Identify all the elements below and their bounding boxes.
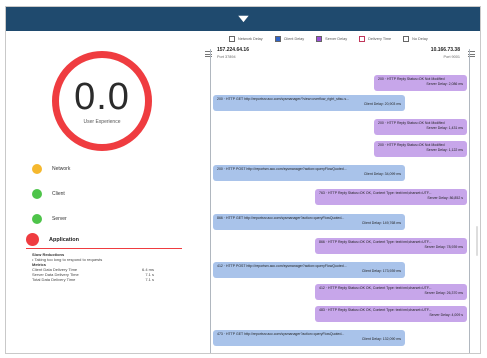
client-endpoint: 157.224.64.16 Port 37894 (217, 47, 249, 59)
legend-swatch (274, 36, 281, 42)
metric-value: 7.1 s (145, 277, 154, 282)
status-network[interactable]: Network (32, 164, 70, 174)
legend-item: Network Delay (229, 36, 263, 42)
client-message[interactable]: 473 · HTTP GET http://reportsrv.acc.com/… (213, 330, 405, 346)
status-client[interactable]: Client (32, 189, 65, 199)
client-port: Port 37894 (217, 55, 236, 59)
network-label: Network (52, 166, 71, 172)
client-timeline (210, 49, 211, 353)
server-port: Port 9001 (443, 55, 460, 59)
application-section: Application Slow Reductions • Taking too… (26, 233, 182, 282)
experience-gauge: 0.0 User Experience (52, 51, 152, 151)
message-delay: Client Delay: 20,903 ms (363, 102, 401, 106)
transaction-panel: Network Delay Client Delay Server Delay … (203, 31, 480, 353)
network-status-dot (32, 164, 42, 174)
server-message[interactable]: 866 · HTTP Reply Status=OK OK, Content T… (315, 238, 467, 254)
application-divider (26, 248, 182, 249)
scrollbar[interactable] (476, 226, 478, 256)
server-message[interactable]: 200 · HTTP Reply Status=OK Not Modified … (374, 141, 467, 157)
summary-panel: 0.0 User Experience Network Client Serve… (6, 31, 196, 353)
top-bar: ▼ (6, 7, 480, 31)
client-ip: 157.224.64.16 (217, 47, 249, 53)
message-delay: Server Delay: 1,122 ms (426, 148, 463, 152)
legend-swatch (316, 36, 323, 42)
status-server[interactable]: Server (32, 214, 67, 224)
server-ip: 10.166.73.38 (430, 47, 460, 53)
application-label: Application (49, 236, 79, 243)
experience-score: 0.0 (74, 76, 130, 118)
legend-label: Server Delay (325, 37, 348, 41)
legend-label: No Delay (412, 37, 428, 41)
client-message[interactable]: 200 · HTTP GET http://reportsrv.acc.com/… (213, 95, 405, 111)
message-delay: Server Delay: 2,086 ms (426, 82, 463, 86)
application-details: Slow Reductions • Taking too long to res… (26, 252, 182, 282)
server-message[interactable]: 763 · HTTP Reply Status=OK OK, Content T… (315, 189, 467, 205)
client-message[interactable]: 866 · HTTP GET http://reportsrv.acc.com/… (213, 214, 405, 230)
server-message[interactable]: 200 · HTTP Reply Status=OK Not Modified … (374, 119, 467, 135)
message-delay: Server Delay: 78,939 ms (424, 245, 463, 249)
message-delay: Server Delay: 86,852 s (427, 196, 463, 200)
legend-item: Delivery Time (359, 36, 391, 42)
server-timeline (469, 49, 470, 353)
server-message[interactable]: 412 · HTTP Reply Status=OK OK, Content T… (315, 284, 467, 300)
client-status-dot (32, 189, 42, 199)
message-delay: Server Delay: 4,009 s (429, 313, 463, 317)
legend-label: Network Delay (238, 37, 263, 41)
legend-swatch (229, 36, 235, 42)
metric-row: Total Data Delivery Time 7.1 s (32, 277, 154, 282)
chevron-down-icon[interactable]: ▼ (234, 13, 251, 25)
legend-item: No Delay (403, 36, 428, 42)
legend-item: Client Delay (274, 36, 305, 42)
message-delay: Client Delay: 149,768 ms (361, 221, 401, 225)
client-label: Client (52, 191, 65, 197)
server-message[interactable]: 200 · HTTP Reply Status=OK Not Modified … (374, 75, 467, 91)
message-delay: Client Delay: 173,939 ms (361, 269, 401, 273)
legend-swatch (403, 36, 410, 42)
message-delay: Server Delay: 1,431 ms (426, 126, 463, 130)
message-delay: Server Delay: 26,370 ms (424, 291, 463, 295)
metric-name: Total Data Delivery Time (32, 277, 76, 282)
app-window: ▼ 0.0 User Experience Network Client Ser… (5, 6, 481, 354)
server-endpoint: 10.166.73.38 Port 9001 (431, 47, 460, 59)
message-delay: Client Delay: 34,099 ms (363, 172, 401, 176)
legend-item: Server Delay (316, 36, 347, 42)
server-status-dot (32, 214, 42, 224)
legend-label: Delivery Time (368, 37, 392, 41)
delay-legend: Network Delay Client Delay Server Delay … (229, 36, 428, 42)
legend-label: Client Delay (283, 37, 305, 41)
status-application[interactable]: Application (26, 233, 182, 246)
server-message[interactable]: 483 · HTTP Reply Status=OK OK, Content T… (315, 306, 467, 322)
client-message[interactable]: 200 · HTTP POST http://reportsrv.acc.com… (213, 165, 405, 181)
client-message[interactable]: 412 · HTTP POST http://reportsrv.acc.com… (213, 262, 405, 278)
experience-label: User Experience (83, 119, 121, 125)
legend-swatch (359, 36, 366, 42)
application-status-dot (26, 233, 39, 246)
server-label: Server (52, 216, 67, 222)
message-delay: Client Delay: 132,090 ms (361, 337, 401, 341)
